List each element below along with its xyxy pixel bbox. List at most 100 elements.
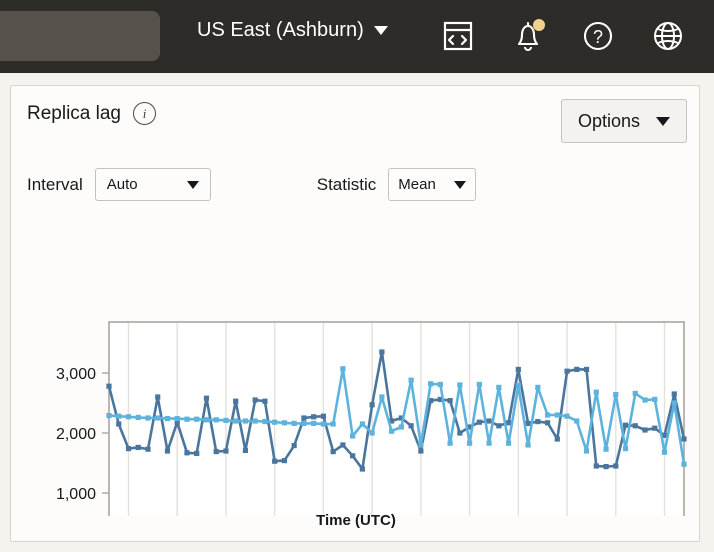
series-data-point bbox=[194, 451, 199, 456]
series-data-point bbox=[340, 442, 345, 447]
series-data-point bbox=[672, 391, 677, 396]
nav-icon-group: ? bbox=[438, 16, 688, 56]
series-data-point bbox=[194, 417, 199, 422]
series-data-point bbox=[340, 366, 345, 371]
series-data-point bbox=[652, 426, 657, 431]
series-data-point bbox=[301, 421, 306, 426]
series-data-point bbox=[448, 398, 453, 403]
series-data-point bbox=[584, 367, 589, 372]
series-data-point bbox=[360, 421, 365, 426]
series-data-point bbox=[243, 418, 248, 423]
series-data-point bbox=[672, 400, 677, 405]
series-data-point bbox=[360, 466, 365, 471]
series-data-point bbox=[623, 423, 628, 428]
series-data-point bbox=[633, 423, 638, 428]
y-axis-tick-label: 1,000 bbox=[56, 486, 96, 503]
series-data-point bbox=[535, 419, 540, 424]
series-data-point bbox=[116, 414, 121, 419]
region-selector-label: US East (Ashburn) bbox=[197, 19, 364, 42]
series-data-point bbox=[370, 402, 375, 407]
series-data-point bbox=[418, 448, 423, 453]
series-data-point bbox=[535, 385, 540, 390]
series-data-point bbox=[555, 412, 560, 417]
chart-container: 05:4005:4505:5005:5506:0006:0506:1006:15… bbox=[11, 226, 701, 542]
series-data-point bbox=[262, 419, 267, 424]
series-data-point bbox=[438, 382, 443, 387]
info-icon[interactable]: i bbox=[133, 102, 156, 125]
series-data-point bbox=[448, 441, 453, 446]
series-data-point bbox=[399, 424, 404, 429]
series-data-point bbox=[223, 448, 228, 453]
replica-lag-line-chart[interactable]: 05:4005:4505:5005:5506:0006:0506:1006:15… bbox=[11, 226, 701, 516]
series-data-point bbox=[253, 397, 258, 402]
series-data-point bbox=[584, 448, 589, 453]
statistic-select[interactable]: Mean bbox=[388, 168, 476, 201]
series-data-point bbox=[331, 449, 336, 454]
series-data-point bbox=[389, 429, 394, 434]
metric-widget-card: Replica lag i Options Interval Auto Stat… bbox=[10, 85, 700, 542]
chevron-down-icon bbox=[374, 26, 388, 35]
series-data-point bbox=[370, 430, 375, 435]
series-data-point bbox=[545, 412, 550, 417]
globe-language-icon[interactable] bbox=[648, 16, 688, 56]
series-data-point bbox=[681, 462, 686, 467]
series-data-point bbox=[652, 397, 657, 402]
series-data-point bbox=[457, 430, 462, 435]
series-data-point bbox=[486, 418, 491, 423]
series-data-point bbox=[136, 445, 141, 450]
series-data-point bbox=[642, 397, 647, 402]
series-data-point bbox=[223, 418, 228, 423]
series-data-point bbox=[243, 448, 248, 453]
series-data-point bbox=[155, 394, 160, 399]
interval-label: Interval bbox=[27, 175, 83, 195]
series-data-point bbox=[350, 433, 355, 438]
series-data-point bbox=[155, 415, 160, 420]
series-data-point bbox=[282, 420, 287, 425]
interval-select[interactable]: Auto bbox=[95, 168, 211, 201]
region-selector[interactable]: US East (Ashburn) bbox=[197, 19, 388, 42]
series-data-point bbox=[506, 441, 511, 446]
chevron-down-icon bbox=[656, 117, 670, 126]
series-data-point bbox=[642, 427, 647, 432]
series-data-point bbox=[214, 417, 219, 422]
statistic-select-value: Mean bbox=[398, 176, 436, 193]
series-data-point bbox=[311, 421, 316, 426]
series-data-point bbox=[574, 367, 579, 372]
series-data-point bbox=[477, 420, 482, 425]
series-data-point bbox=[106, 384, 111, 389]
series-data-point bbox=[292, 421, 297, 426]
series-data-point bbox=[467, 441, 472, 446]
series-data-point bbox=[136, 415, 141, 420]
series-data-point bbox=[116, 421, 121, 426]
series-data-point bbox=[184, 450, 189, 455]
options-button-label: Options bbox=[578, 111, 640, 132]
cloudshell-icon[interactable] bbox=[438, 16, 478, 56]
nav-search-pill[interactable] bbox=[0, 11, 160, 61]
help-question-icon[interactable]: ? bbox=[578, 16, 618, 56]
card-header: Replica lag i bbox=[27, 102, 156, 125]
series-data-point bbox=[379, 349, 384, 354]
series-data-point bbox=[564, 369, 569, 374]
series-data-point bbox=[506, 420, 511, 425]
notifications-bell-icon[interactable] bbox=[508, 16, 548, 56]
series-data-point bbox=[594, 463, 599, 468]
series-data-point bbox=[253, 418, 258, 423]
series-data-point bbox=[204, 396, 209, 401]
series-data-point bbox=[409, 378, 414, 383]
series-data-point bbox=[175, 416, 180, 421]
series-data-point bbox=[516, 383, 521, 388]
series-data-point bbox=[623, 446, 628, 451]
options-button[interactable]: Options bbox=[561, 99, 687, 143]
series-data-point bbox=[477, 382, 482, 387]
series-data-point bbox=[681, 436, 686, 441]
series-data-point bbox=[496, 385, 501, 390]
x-axis-title: Time (UTC) bbox=[11, 512, 701, 529]
series-data-point bbox=[282, 458, 287, 463]
screen-root: US East (Ashburn) bbox=[0, 0, 714, 552]
page-title: Replica lag bbox=[27, 103, 121, 125]
chevron-down-icon bbox=[187, 181, 199, 189]
series-data-point bbox=[311, 414, 316, 419]
series-data-point bbox=[594, 390, 599, 395]
series-data-point bbox=[525, 421, 530, 426]
series-data-point bbox=[613, 392, 618, 397]
